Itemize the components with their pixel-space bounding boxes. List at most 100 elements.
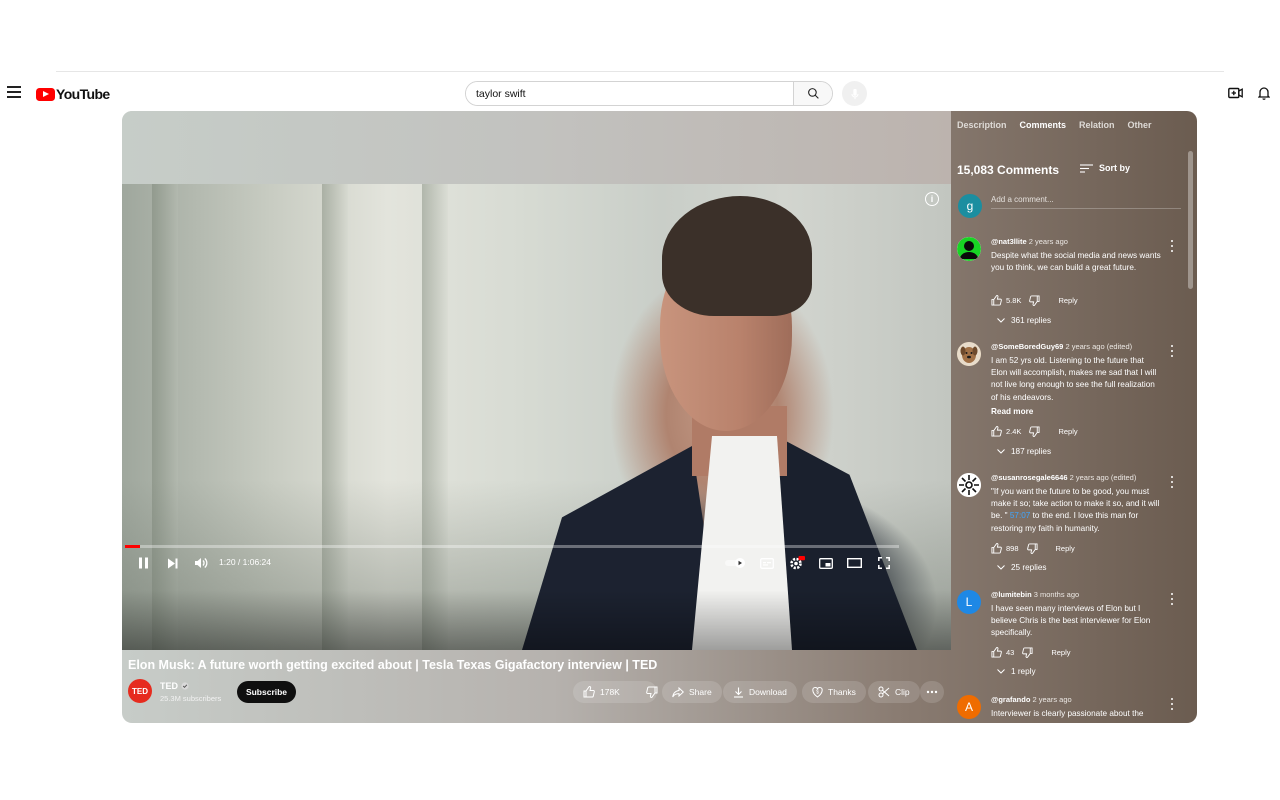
replies-toggle[interactable]: 361 replies (997, 316, 1051, 325)
thumb-down-icon (646, 686, 658, 698)
controls-gradient (122, 590, 951, 650)
comment-like-button[interactable]: 898 (991, 543, 1019, 554)
miniplayer-button[interactable] (818, 555, 834, 571)
thanks-icon: $ (812, 687, 823, 698)
thanks-button[interactable]: $ Thanks (802, 681, 866, 703)
autoplay-toggle[interactable] (724, 555, 748, 571)
read-more-link[interactable]: Read more (991, 407, 1033, 416)
comment-dislike-button[interactable] (1026, 543, 1038, 554)
comment-more-button[interactable] (1169, 592, 1175, 606)
captions-button[interactable] (759, 555, 775, 571)
comment-avatar[interactable]: A (957, 695, 981, 719)
comment-reply-button[interactable]: Reply (1058, 427, 1077, 436)
player-top-area (122, 111, 951, 184)
youtube-logo[interactable]: YouTube (36, 85, 110, 103)
comment-meta: 3 months ago (1033, 590, 1080, 599)
fullscreen-icon (878, 557, 890, 569)
more-actions-button[interactable] (920, 681, 944, 703)
clip-icon (878, 686, 890, 698)
create-button[interactable] (1226, 84, 1244, 102)
tab-description[interactable]: Description (957, 120, 1007, 130)
tab-relation[interactable]: Relation (1079, 120, 1115, 130)
download-button[interactable]: Download (723, 681, 797, 703)
download-label: Download (749, 687, 787, 697)
comment-reply-button[interactable]: Reply (1056, 544, 1075, 553)
comment-more-button[interactable] (1169, 344, 1175, 358)
search-input[interactable] (466, 82, 793, 105)
tab-other[interactable]: Other (1128, 120, 1152, 130)
voice-search-button[interactable] (842, 81, 867, 106)
comment-author[interactable]: @grafando (991, 695, 1030, 704)
time-display: 1:20 / 1:06:24 (219, 557, 271, 567)
comment-author[interactable]: @nat3llite (991, 237, 1027, 246)
search-icon (807, 88, 819, 99)
comment-like-count: 43 (1006, 648, 1015, 657)
chevron-down-icon (997, 318, 1005, 323)
channel-avatar[interactable]: TED (128, 679, 152, 703)
settings-button[interactable] (788, 555, 806, 571)
comment-dislike-button[interactable] (1029, 295, 1040, 306)
comment-reply-button[interactable]: Reply (1058, 296, 1077, 305)
video-title: Elon Musk: A future worth getting excite… (128, 658, 658, 672)
replies-count: 187 replies (1011, 447, 1052, 456)
share-button[interactable]: Share (662, 681, 722, 703)
comment-like-button[interactable]: 5.8K (991, 295, 1021, 306)
comment-author[interactable]: @SomeBoredGuy69 (991, 342, 1063, 351)
comment-like-button[interactable]: 43 (991, 647, 1014, 658)
channel-name[interactable]: TED (160, 681, 178, 691)
comment-reply-button[interactable]: Reply (1051, 648, 1070, 657)
tab-comments[interactable]: Comments (1020, 120, 1067, 130)
settings-icon (790, 556, 805, 570)
bell-icon (1258, 87, 1270, 100)
channel-name-row[interactable]: TED (160, 681, 189, 691)
replies-count: 1 reply (1011, 667, 1036, 676)
notifications-button[interactable] (1255, 84, 1273, 102)
pause-icon (138, 557, 148, 569)
thanks-label: Thanks (828, 687, 856, 697)
menu-icon[interactable] (7, 86, 21, 98)
progress-fill (125, 545, 141, 548)
fullscreen-button[interactable] (876, 555, 892, 571)
clip-label: Clip (895, 687, 910, 697)
comment-avatar[interactable]: L (957, 590, 981, 614)
share-label: Share (689, 687, 712, 697)
timestamp-link[interactable]: 57:07 (1010, 511, 1031, 520)
like-dislike-group: 178K (573, 681, 658, 703)
dislike-button[interactable] (646, 686, 658, 698)
comment-avatar[interactable] (957, 342, 981, 366)
comment-more-button[interactable] (1169, 239, 1175, 253)
captions-icon (760, 557, 774, 569)
next-button[interactable] (165, 555, 179, 571)
comment-more-button[interactable] (1169, 697, 1175, 711)
side-panel: Description Comments Relation Other 15,0… (951, 111, 1197, 723)
search-button[interactable] (793, 82, 832, 105)
comment-author[interactable]: @susanrosegale6646 (991, 473, 1068, 482)
sort-button[interactable]: Sort by (1080, 163, 1130, 173)
video-player[interactable]: i (122, 184, 951, 650)
subscribe-button[interactable]: Subscribe (237, 681, 296, 703)
watch-card: i 1:20 / 1:06:24 Elon Musk: A future wor… (122, 111, 1197, 723)
comment-dislike-button[interactable] (1029, 426, 1040, 437)
comment-more-button[interactable] (1169, 475, 1175, 489)
info-icon[interactable]: i (925, 192, 939, 206)
comment-avatar[interactable] (957, 237, 981, 261)
add-comment-field[interactable]: Add a comment... (991, 195, 1181, 209)
thumb-up-icon (991, 647, 1002, 658)
progress-bar[interactable] (125, 545, 899, 548)
pause-button[interactable] (136, 555, 150, 571)
comment-avatar[interactable] (957, 473, 981, 497)
like-count: 178K (600, 687, 620, 697)
like-button[interactable]: 178K (583, 686, 620, 698)
comment-author[interactable]: @lumitebin (991, 590, 1032, 599)
panel-scrollbar[interactable] (1188, 151, 1193, 289)
replies-toggle[interactable]: 25 replies (997, 563, 1047, 572)
theater-button[interactable] (846, 555, 863, 571)
comment-dislike-button[interactable] (1022, 647, 1033, 658)
more-icon (926, 690, 938, 694)
clip-button[interactable]: Clip (868, 681, 920, 703)
volume-button[interactable] (193, 555, 209, 571)
comment-like-button[interactable]: 2.4K (991, 426, 1021, 437)
replies-toggle[interactable]: 187 replies (997, 447, 1051, 456)
replies-toggle[interactable]: 1 reply (997, 667, 1036, 676)
sort-label: Sort by (1099, 163, 1131, 173)
